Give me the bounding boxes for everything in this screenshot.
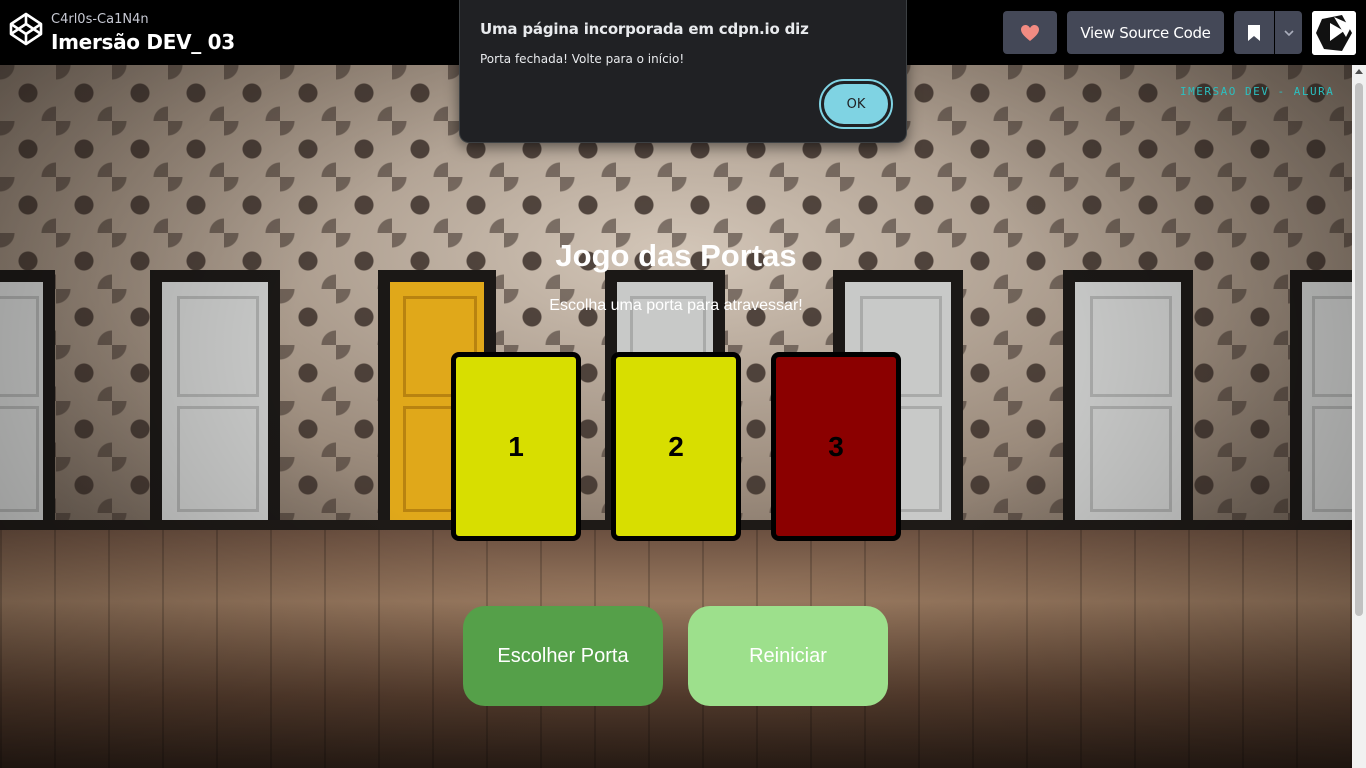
like-button[interactable] [1003,11,1057,54]
game-title: Jogo das Portas [555,238,797,273]
chevron-down-icon [1283,29,1294,36]
user-avatar[interactable] [1312,11,1356,55]
scroll-up-arrow-icon[interactable] [1355,69,1363,74]
alert-message: Porta fechada! Volte para o início! [480,52,685,66]
door-2[interactable]: 2 [611,352,741,541]
alert-title: Uma página incorporada em cdpn.io diz [480,20,809,38]
credit-text: IMERSAO DEV - ALURA [1180,85,1335,98]
heart-icon [1021,24,1039,41]
alert-ok-button[interactable]: OK [819,79,893,129]
choose-door-button[interactable]: Escolher Porta [463,606,663,706]
view-source-button[interactable]: View Source Code [1067,11,1224,54]
avatar-image [1312,11,1356,55]
bookmark-button[interactable] [1234,11,1274,54]
restart-button[interactable]: Reiniciar [688,606,888,706]
alert-dialog: Uma página incorporada em cdpn.io diz Po… [459,0,907,143]
door-3[interactable]: 3 [771,352,901,541]
pen-author[interactable]: C4rl0s-Ca1N4n [51,12,149,27]
game-subtitle: Escolha uma porta para atravessar! [549,297,803,314]
pen-title: Imersão DEV_ 03 [51,30,235,54]
bookmark-dropdown-button[interactable] [1275,11,1302,54]
game-stage: IMERSAO DEV - ALURA Jogo das Portas Esco… [0,65,1352,768]
bookmark-icon [1248,24,1260,41]
vertical-scrollbar[interactable] [1352,65,1366,768]
codepen-logo-icon[interactable] [8,11,44,47]
scroll-thumb[interactable] [1355,83,1363,616]
door-1[interactable]: 1 [451,352,581,541]
